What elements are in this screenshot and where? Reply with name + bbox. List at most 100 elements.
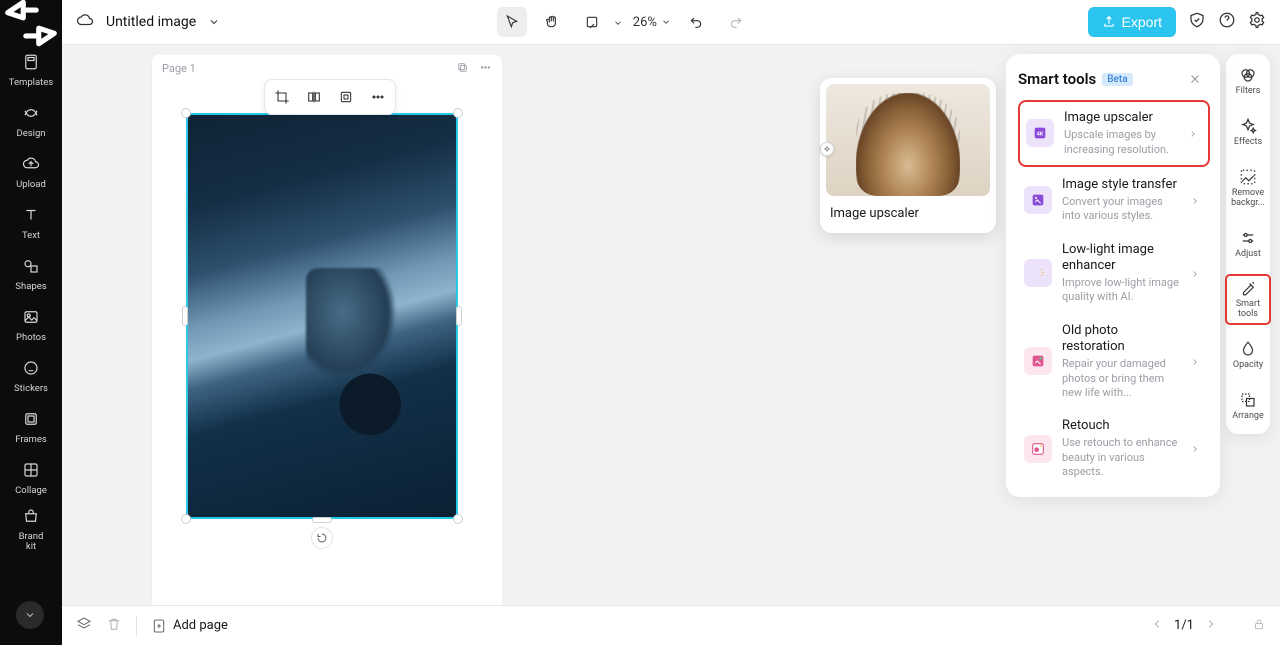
zoom-value: 26%: [633, 15, 657, 30]
nav-brand-kit-label: Brand kit: [19, 532, 44, 553]
preview-popover: Image upscaler: [820, 78, 996, 233]
rotate-handle[interactable]: [311, 527, 333, 549]
nav-templates[interactable]: Templates: [0, 45, 62, 96]
page-label: Page 1: [162, 62, 196, 75]
rail-remove-bg[interactable]: Remove backgr...: [1226, 164, 1270, 213]
rail-effects[interactable]: Effects: [1226, 113, 1270, 152]
nav-stickers[interactable]: Stickers: [0, 351, 62, 402]
prev-page-button[interactable]: [1150, 616, 1164, 635]
selected-image[interactable]: [186, 113, 458, 519]
nav-collage[interactable]: Collage: [0, 453, 62, 504]
brand-kit-icon: [22, 507, 40, 529]
resize-handle-w[interactable]: [182, 306, 188, 326]
tool-image-upscaler[interactable]: 4K Image upscaler Upscale images by incr…: [1018, 100, 1210, 167]
rail-smart-tools[interactable]: Smart tools: [1226, 275, 1270, 324]
lowlight-desc: Improve low-light image quality with AI.: [1062, 276, 1180, 305]
smart-tools-panel: Smart tools Beta 4K Image upscaler Upsca…: [1006, 54, 1220, 497]
chevron-right-icon: [1188, 124, 1202, 143]
retouch-title: Retouch: [1062, 418, 1180, 434]
preview-thumbnail: [826, 84, 990, 196]
chevron-right-icon: [1190, 264, 1204, 283]
add-page-button[interactable]: Add page: [151, 618, 228, 634]
nav-text[interactable]: Text: [0, 198, 62, 249]
cloud-sync-icon[interactable]: [76, 11, 94, 33]
resize-handle-e[interactable]: [456, 306, 462, 326]
resize-handle-sw[interactable]: [181, 514, 191, 524]
lowlight-icon: [1024, 259, 1052, 287]
nav-upload-label: Upload: [16, 180, 46, 190]
resize-handle-s[interactable]: [312, 517, 332, 523]
tool-lowlight[interactable]: Low-light image enhancer Improve low-lig…: [1018, 234, 1210, 313]
crop-dropdown-icon[interactable]: [613, 13, 623, 32]
rail-opacity[interactable]: Opacity: [1226, 336, 1270, 375]
shield-icon[interactable]: [1188, 11, 1206, 33]
hand-tool[interactable]: [537, 7, 567, 37]
undo-button[interactable]: [681, 7, 711, 37]
preview-caption: Image upscaler: [826, 196, 990, 221]
redo-button[interactable]: [721, 7, 751, 37]
upscaler-icon: 4K: [1026, 119, 1054, 147]
nav-photos[interactable]: Photos: [0, 300, 62, 351]
layers-icon[interactable]: [76, 616, 92, 636]
settings-icon[interactable]: [1248, 11, 1266, 33]
resize-handle-ne[interactable]: [453, 108, 463, 118]
collage-icon: [22, 461, 40, 483]
page-header: Page 1: [152, 55, 502, 81]
rail-filters-label: Filters: [1236, 87, 1261, 97]
export-button[interactable]: Export: [1088, 7, 1176, 37]
text-icon: [22, 206, 40, 228]
rail-arrange-label: Arrange: [1232, 412, 1264, 422]
nav-frames[interactable]: Frames: [0, 402, 62, 453]
select-tool[interactable]: [497, 7, 527, 37]
nav-shapes[interactable]: Shapes: [0, 249, 62, 300]
style-transfer-desc: Convert your images into various styles.: [1062, 195, 1180, 224]
nav-brand-kit[interactable]: Brand kit: [0, 504, 62, 555]
sidebar-toggle[interactable]: [16, 601, 44, 629]
zoom-level[interactable]: 26%: [633, 15, 671, 30]
nav-upload[interactable]: Upload: [0, 147, 62, 198]
resize-handle-nw[interactable]: [181, 108, 191, 118]
nav-design[interactable]: Design: [0, 96, 62, 147]
page-indicator: 1/1: [1174, 618, 1194, 633]
lowlight-title: Low-light image enhancer: [1062, 242, 1180, 275]
left-sidebar: Templates Design Upload Text Shapes Phot…: [0, 0, 62, 645]
flip-button[interactable]: [301, 84, 327, 110]
chevron-right-icon: [1190, 439, 1204, 458]
page-more-icon[interactable]: [479, 59, 492, 78]
rail-adjust[interactable]: Adjust: [1226, 225, 1270, 264]
tool-retouch[interactable]: Retouch Use retouch to enhance beauty in…: [1018, 410, 1210, 487]
retouch-icon: [1024, 435, 1052, 463]
more-button[interactable]: [365, 84, 391, 110]
style-transfer-icon: [1024, 186, 1052, 214]
old-photo-icon: [1024, 347, 1052, 375]
tool-old-photo[interactable]: Old photo restoration Repair your damage…: [1018, 315, 1210, 408]
frame-fill-button[interactable]: [333, 84, 359, 110]
rail-remove-bg-label: Remove backgr...: [1231, 189, 1265, 209]
style-transfer-title: Image style transfer: [1062, 177, 1180, 193]
photos-icon: [22, 308, 40, 330]
rail-effects-label: Effects: [1234, 138, 1262, 148]
crop-tool[interactable]: [577, 7, 607, 37]
nav-collage-label: Collage: [15, 486, 47, 496]
upscaler-title: Image upscaler: [1064, 110, 1178, 126]
next-page-button[interactable]: [1204, 616, 1218, 635]
close-panel-button[interactable]: [1184, 68, 1206, 90]
preview-handle-icon[interactable]: [820, 142, 834, 156]
rail-smart-tools-label: Smart tools: [1236, 300, 1260, 320]
resize-handle-se[interactable]: [453, 514, 463, 524]
rail-arrange[interactable]: Arrange: [1226, 387, 1270, 426]
beta-badge: Beta: [1102, 73, 1132, 86]
title-dropdown-icon[interactable]: [208, 13, 220, 32]
lock-icon[interactable]: [1252, 616, 1266, 635]
trash-icon[interactable]: [106, 616, 122, 636]
rail-filters[interactable]: Filters: [1226, 62, 1270, 101]
app-logo[interactable]: [0, 0, 62, 45]
tool-style-transfer[interactable]: Image style transfer Convert your images…: [1018, 169, 1210, 232]
top-bar: Untitled image 26% Export: [62, 0, 1280, 45]
crop-image-button[interactable]: [269, 84, 295, 110]
smart-panel-title: Smart tools: [1018, 70, 1096, 88]
chevron-right-icon: [1190, 352, 1204, 371]
document-title[interactable]: Untitled image: [106, 14, 196, 30]
help-icon[interactable]: [1218, 11, 1236, 33]
duplicate-page-icon[interactable]: [456, 59, 469, 78]
